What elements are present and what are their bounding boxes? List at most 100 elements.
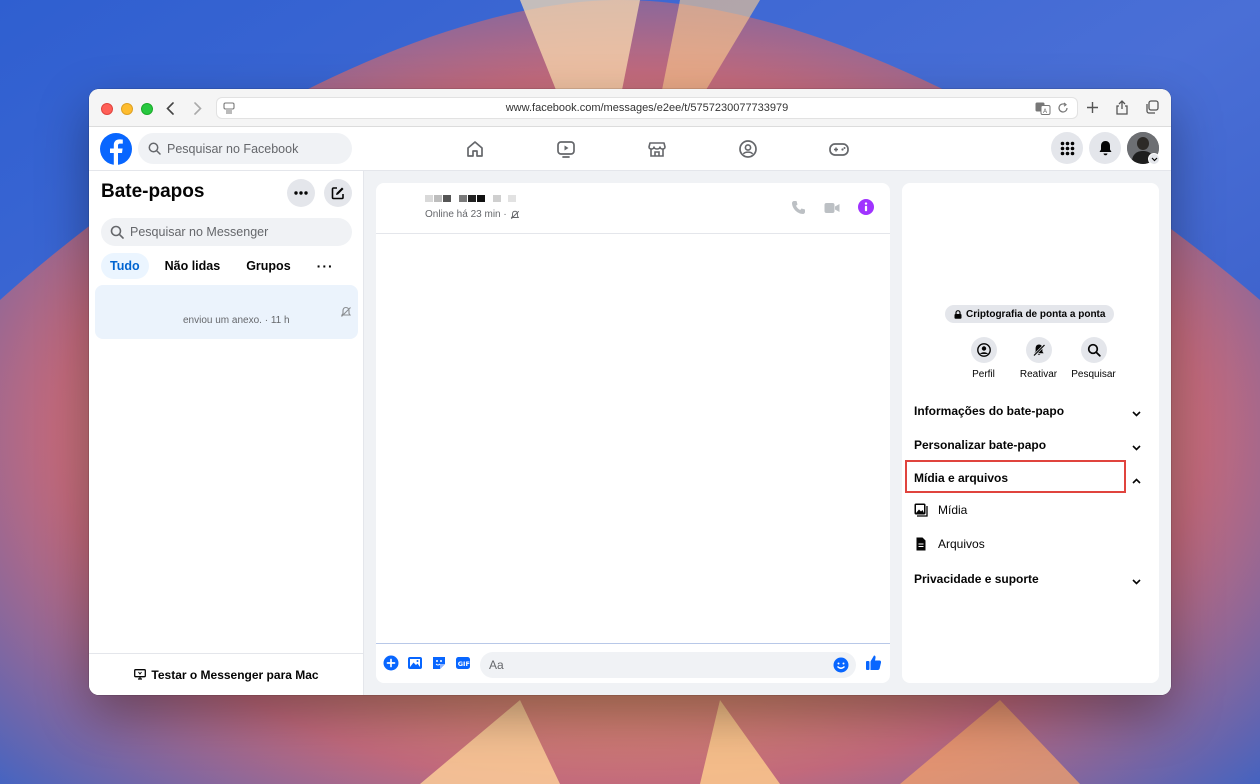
chats-sidebar: Bate-papos Pesquisar no Messenger Tudo N… [89, 171, 364, 695]
account-avatar[interactable] [1127, 132, 1160, 165]
composer-actions: GIF [383, 655, 471, 676]
messenger-search-input[interactable]: Pesquisar no Messenger [101, 218, 352, 246]
search-icon [110, 225, 124, 239]
facebook-main-nav [429, 138, 884, 160]
search-icon [148, 142, 161, 155]
files-item[interactable]: Arquivos [914, 532, 1114, 556]
media-item-label: Mídia [938, 503, 968, 517]
contact-status: Online há 23 min · [425, 209, 520, 220]
bell-muted-icon [1025, 337, 1052, 363]
address-url: www.facebook.com/messages/e2ee/t/5757230… [505, 102, 789, 114]
share-icon[interactable] [1115, 99, 1129, 115]
section-privacy-support[interactable]: Privacidade e suporte [914, 565, 1147, 593]
search-icon [1080, 337, 1107, 363]
home-icon[interactable] [429, 138, 520, 160]
messenger-mac-label: Testar o Messenger para Mac [151, 667, 319, 682]
chevron-down-icon [1132, 406, 1141, 420]
tab-all[interactable]: Tudo [101, 253, 149, 279]
chats-title: Bate-papos [101, 181, 205, 202]
more-dots-icon [294, 191, 308, 195]
search-conversation-action[interactable]: Pesquisar [1066, 337, 1121, 380]
conversation-header: Online há 23 min · [376, 183, 890, 234]
facebook-header-actions [1051, 132, 1160, 165]
back-button[interactable] [163, 99, 177, 117]
video-icon[interactable] [520, 138, 611, 160]
chats-options-button[interactable] [287, 179, 315, 207]
profile-action-label: Perfil [972, 369, 995, 380]
chat-filter-tabs: Tudo Não lidas Grupos ··· [101, 253, 344, 279]
browser-window: www.facebook.com/messages/e2ee/t/5757230… [89, 89, 1171, 695]
section-privacy-label: Privacidade e suporte [914, 572, 1039, 586]
tab-unread[interactable]: Não lidas [155, 253, 231, 279]
svg-text:GIF: GIF [458, 660, 470, 668]
section-customize-label: Personalizar bate-papo [914, 438, 1047, 452]
sticker-icon[interactable] [431, 655, 447, 676]
muted-bell-icon [340, 305, 352, 323]
forward-button[interactable] [191, 99, 205, 117]
unmute-action-label: Reativar [1019, 369, 1058, 380]
gif-icon[interactable]: GIF [455, 655, 471, 676]
profile-icon [970, 337, 997, 363]
file-icon [916, 537, 926, 551]
chevron-down-icon [1148, 153, 1160, 165]
section-media-files-label: Mídia e arquivos [914, 471, 1009, 485]
redacted-contact-name [425, 195, 516, 202]
new-message-button[interactable] [324, 179, 352, 207]
profile-action[interactable]: Perfil [956, 337, 1011, 380]
contact-quick-actions: Perfil Reativar Pesquisar [956, 337, 1121, 380]
audio-call-icon[interactable] [791, 200, 806, 220]
chevron-down-icon [1132, 440, 1141, 454]
facebook-search-input[interactable]: Pesquisar no Facebook [138, 133, 352, 164]
section-chat-info[interactable]: Informações do bate-papo [914, 397, 1147, 425]
conversation-snippet: enviou um anexo. · 11 h [183, 315, 290, 326]
tab-more[interactable]: ··· [307, 253, 344, 279]
section-chat-info-label: Informações do bate-papo [914, 404, 1065, 418]
conversation-actions [791, 199, 874, 220]
unmute-action[interactable]: Reativar [1011, 337, 1066, 380]
conversation-pane: Online há 23 min · GIF Aa [376, 183, 890, 683]
new-tab-icon[interactable] [1085, 99, 1099, 115]
page-settings-icon[interactable] [223, 102, 235, 117]
media-icon [914, 503, 928, 517]
messenger-mac-promo[interactable]: Testar o Messenger para Mac [89, 653, 364, 695]
window-controls [101, 103, 153, 115]
video-call-icon[interactable] [824, 201, 840, 219]
menu-button[interactable] [1051, 132, 1083, 164]
conversation-info-icon[interactable] [858, 199, 874, 220]
gaming-icon[interactable] [793, 138, 884, 160]
bell-icon [1099, 141, 1111, 156]
close-window-button[interactable] [101, 103, 113, 115]
conversation-details-pane: Criptografia de ponta a ponta Perfil Rea… [902, 183, 1159, 683]
zoom-window-button[interactable] [141, 103, 153, 115]
address-bar[interactable]: www.facebook.com/messages/e2ee/t/5757230… [216, 97, 1078, 119]
compose-icon [331, 187, 344, 200]
add-attachment-icon[interactable] [383, 655, 399, 676]
lock-icon [954, 309, 962, 319]
emoji-icon[interactable] [833, 657, 849, 676]
tabs-overview-icon[interactable] [1145, 99, 1159, 115]
chevron-up-icon [1132, 473, 1141, 487]
section-customize-chat[interactable]: Personalizar bate-papo [914, 431, 1147, 459]
messenger-search-placeholder: Pesquisar no Messenger [130, 225, 269, 239]
facebook-header: Pesquisar no Facebook [89, 127, 1171, 171]
media-item[interactable]: Mídia [914, 498, 1114, 522]
desktop-icon [134, 669, 147, 680]
chevron-down-icon [1132, 574, 1141, 588]
history-nav [163, 99, 205, 117]
toolbar-actions [1085, 99, 1159, 115]
section-media-files[interactable]: Mídia e arquivos [914, 464, 1147, 492]
conversation-list-item[interactable]: enviou um anexo. · 11 h [95, 285, 358, 339]
facebook-search-placeholder: Pesquisar no Facebook [167, 141, 299, 156]
e2e-encryption-badge[interactable]: Criptografia de ponta a ponta [945, 305, 1115, 323]
notifications-button[interactable] [1089, 132, 1121, 164]
minimize-window-button[interactable] [121, 103, 133, 115]
reload-icon[interactable] [1057, 102, 1069, 117]
marketplace-icon[interactable] [611, 138, 702, 160]
like-icon[interactable] [865, 654, 882, 676]
groups-icon[interactable] [702, 138, 793, 160]
photo-icon[interactable] [407, 655, 423, 676]
tab-groups[interactable]: Grupos [236, 253, 300, 279]
message-input[interactable]: Aa [480, 652, 856, 678]
translate-icon[interactable]: A [1035, 102, 1051, 118]
facebook-logo-icon[interactable] [100, 133, 132, 165]
